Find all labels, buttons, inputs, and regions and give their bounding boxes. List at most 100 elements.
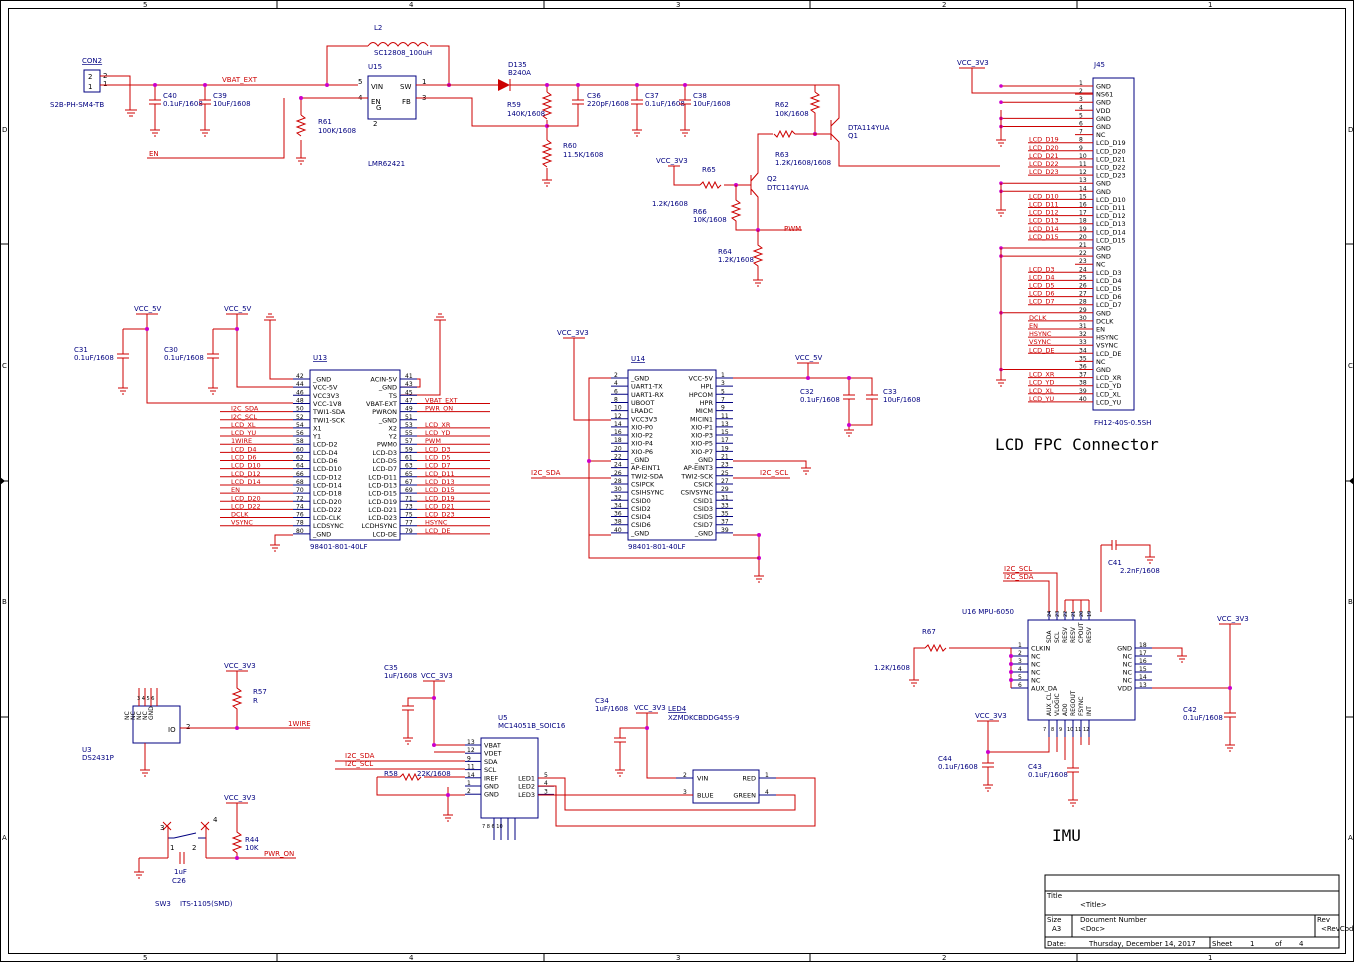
j45-net-label: LCD_XL <box>1029 387 1054 395</box>
u13-net-label: EN <box>231 486 240 494</box>
led4-pin-name: BLUE <box>697 792 714 800</box>
j45-pin-number: 11 <box>1079 161 1087 168</box>
q2-transistor <box>750 170 759 230</box>
j45-pin-number: 36 <box>1079 364 1087 371</box>
u13-pin-name: LCD-D19 <box>368 498 397 506</box>
u13-pin-number: 58 <box>296 438 304 445</box>
frame-col-label: 4 <box>409 954 414 962</box>
imu-pin-name: REGOUT <box>1070 690 1077 716</box>
j45-pin-name: DCLK <box>1096 317 1114 325</box>
j45-pin-number: 19 <box>1079 226 1087 233</box>
u5-pin-number: 13 <box>467 739 475 746</box>
j45-pin-name: GND <box>1096 99 1111 107</box>
u15-pin: VIN <box>371 83 383 91</box>
u13-pin-name: LCD-D23 <box>368 514 397 522</box>
u13-net-label: HSYNC <box>425 519 448 527</box>
j45-pin-number: 32 <box>1079 331 1087 338</box>
u14-pin-number: 5 <box>721 388 725 395</box>
imu-pin-name: NC <box>1031 661 1041 669</box>
r67-ref: R67 <box>922 628 936 636</box>
r44-ref: R44 <box>245 836 259 844</box>
u13-net-label: LCD_D6 <box>231 454 257 462</box>
imu-pin-number: 24 <box>1047 611 1053 617</box>
imu-pin-name: NC <box>1123 677 1133 685</box>
u14-pin-name: CSID5 <box>693 513 713 521</box>
l2-ref: L2 <box>374 24 382 32</box>
j45-net-label: LCD_XR <box>1029 371 1055 379</box>
u14-pin-number: 10 <box>614 405 622 412</box>
frame-col-label: 3 <box>676 954 680 962</box>
imu-pin-number: 10 <box>1067 727 1073 733</box>
u13-vcc-a: VCC_5V <box>134 305 162 313</box>
r66-value: 10K/1608 <box>693 216 727 224</box>
u13-net-label: LCD_D19 <box>425 494 455 502</box>
u14-pin-number: 3 <box>721 380 725 387</box>
u13-net-label: LCD_D5 <box>425 454 451 462</box>
j45-net-label: LCD_D5 <box>1029 282 1055 290</box>
u13-net-label: LCD_YD <box>425 429 450 437</box>
j45-pin-number: 10 <box>1079 153 1087 160</box>
ds-pin-name: GND <box>148 706 155 720</box>
u13-pin-name: _GND <box>312 376 331 384</box>
j45-part: FH12-40S-0.5SH <box>1094 419 1151 427</box>
u13-pin-name: _GND <box>378 416 397 424</box>
r67-value: 1.2K/1608 <box>874 664 910 672</box>
j45-pin-name: LCD_DE <box>1096 350 1122 358</box>
c34-ref: C34 <box>595 697 609 705</box>
imu-pin-number: 9 <box>1059 727 1062 733</box>
u5-sda-net: I2C_SDA <box>345 752 375 760</box>
u14-pin-name: TWI2-SDA <box>630 472 664 480</box>
c43-value: 0.1uF/1608 <box>1028 771 1068 779</box>
frame-col-label: 4 <box>409 1 414 9</box>
j45-pin-number: 35 <box>1079 355 1087 362</box>
j45-pin-name: LCD_D19 <box>1096 139 1126 147</box>
imu-pin-number: 12 <box>1083 727 1089 733</box>
imu-vcc-r: VCC_3V3 <box>1217 615 1249 623</box>
u13-vcc-b: VCC_5V <box>224 305 252 313</box>
led4-pin-number: 2 <box>683 772 687 779</box>
imu-pin-number: 7 <box>1043 727 1046 733</box>
u13-net-label: 1WIRE <box>231 437 252 445</box>
j45-pin-number: 27 <box>1079 291 1087 298</box>
frame-row-label: A <box>1348 834 1353 842</box>
j45-pin-name: LCD_D14 <box>1096 228 1126 236</box>
u14-pin-number: 17 <box>721 437 729 444</box>
j45-pin-number: 30 <box>1079 315 1087 322</box>
j45-net-label: LCD_D12 <box>1029 209 1059 217</box>
j45-pin-number: 23 <box>1079 258 1087 265</box>
u5-pin-name: VDET <box>484 750 502 758</box>
j45-pin-number: 15 <box>1079 193 1087 200</box>
imu-pin-number: 18 <box>1139 642 1147 649</box>
imu-pin-number: 4 <box>1018 666 1022 673</box>
j45-pin-name: LCD_D6 <box>1096 293 1122 301</box>
sw-pin: 4 <box>213 816 218 824</box>
j45-pin-name: GND <box>1096 366 1111 374</box>
j45-net-label: VSYNC <box>1029 338 1051 346</box>
u14-pin-name: HPR <box>700 399 714 407</box>
u5-pin-number: 3 <box>544 788 548 795</box>
u13-pin-number: 50 <box>296 406 304 413</box>
u13-pin-name: LCD-D6 <box>313 457 338 465</box>
date-label: Date: <box>1047 940 1066 948</box>
con2-pin-num: 1 <box>103 80 107 88</box>
u13-net-label: LCD_D22 <box>231 502 261 510</box>
u13-pin-name: PWRON <box>372 408 397 416</box>
schematic-canvas: 5 4 3 2 1 5 4 3 2 1 D C B A D C B A CON2… <box>0 0 1354 962</box>
frame-row-label: C <box>1348 362 1353 370</box>
j45-pin-number: 24 <box>1079 266 1087 273</box>
u13-pin-name: LCDSYNC <box>313 522 344 530</box>
j45-pin-number: 3 <box>1079 96 1083 103</box>
frame-col-label: 1 <box>1208 954 1212 962</box>
u13-part: 98401-801-40LF <box>310 543 368 551</box>
l2-inductor <box>367 42 429 47</box>
r58-ref: R58 <box>384 770 398 778</box>
u14-pin-name: XIO-P0 <box>631 423 653 431</box>
imu-scl-net: I2C_SCL <box>1004 565 1032 573</box>
q2-part: DTC114YUA <box>767 184 809 192</box>
ds-io-num: 2 <box>186 723 190 731</box>
u14-pin-name: HPL <box>701 383 714 391</box>
u14-pin-name: VCC-5V <box>689 375 714 383</box>
u5-pin-number: 9 <box>467 755 471 762</box>
u13-pin-number: 68 <box>296 479 304 486</box>
u14-pin-name: LRADC <box>631 407 653 415</box>
